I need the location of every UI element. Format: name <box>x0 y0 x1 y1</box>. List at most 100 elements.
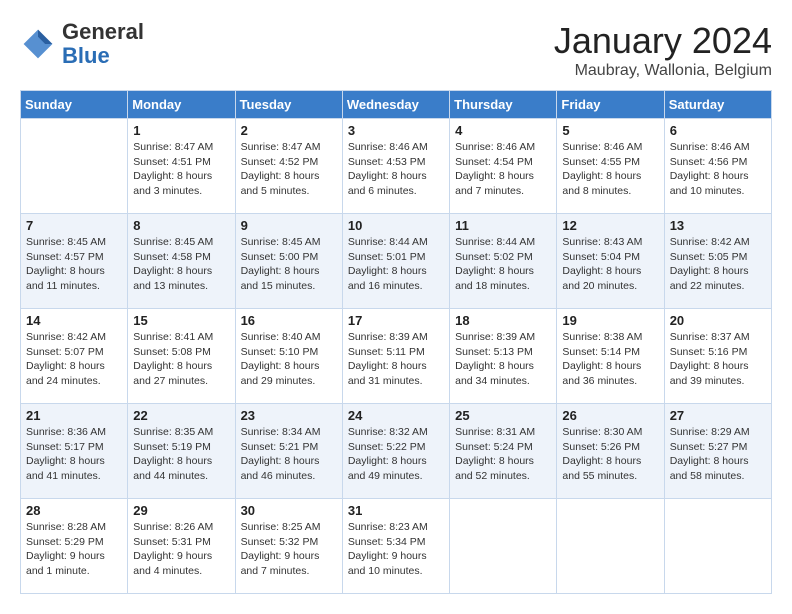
day-cell: 29Sunrise: 8:26 AM Sunset: 5:31 PM Dayli… <box>128 499 235 594</box>
day-cell <box>664 499 771 594</box>
day-number: 23 <box>241 408 337 423</box>
day-cell: 24Sunrise: 8:32 AM Sunset: 5:22 PM Dayli… <box>342 404 449 499</box>
day-number: 31 <box>348 503 444 518</box>
week-row-1: 1Sunrise: 8:47 AM Sunset: 4:51 PM Daylig… <box>21 119 772 214</box>
day-info: Sunrise: 8:37 AM Sunset: 5:16 PM Dayligh… <box>670 330 766 389</box>
day-cell: 17 Sunrise: 8:39 AM Sunset: 5:11 PM Dayli… <box>342 309 449 404</box>
location: Maubray, Wallonia, Belgium <box>554 62 772 80</box>
day-info: Sunrise: 8:45 AM Sunset: 5:00 PM Dayligh… <box>241 235 337 294</box>
day-number: 21 <box>26 408 122 423</box>
header-wednesday: Wednesday <box>342 91 449 119</box>
day-cell <box>21 119 128 214</box>
day-cell <box>450 499 557 594</box>
day-info: Sunrise: 8:25 AM Sunset: 5:32 PM Dayligh… <box>241 520 337 579</box>
header-thursday: Thursday <box>450 91 557 119</box>
day-number: 12 <box>562 218 658 233</box>
day-cell: 5 Sunrise: 8:46 AM Sunset: 4:55 PM Daylig… <box>557 119 664 214</box>
header-monday: Monday <box>128 91 235 119</box>
day-number: 24 <box>348 408 444 423</box>
day-cell: 26Sunrise: 8:30 AM Sunset: 5:26 PM Dayli… <box>557 404 664 499</box>
day-info: Sunrise: 8:36 AM Sunset: 5:17 PM Dayligh… <box>26 425 122 484</box>
day-number: 14 <box>26 313 122 328</box>
day-number: 2 <box>241 123 337 138</box>
day-info: Sunrise: 8:46 AM Sunset: 4:53 PM Dayligh… <box>348 140 444 199</box>
day-cell: 6Sunrise: 8:46 AM Sunset: 4:56 PM Daylig… <box>664 119 771 214</box>
day-number: 5 <box>562 123 658 138</box>
day-number: 10 <box>348 218 444 233</box>
day-cell: 4 Sunrise: 8:46 AM Sunset: 4:54 PM Daylig… <box>450 119 557 214</box>
day-cell: 1Sunrise: 8:47 AM Sunset: 4:51 PM Daylig… <box>128 119 235 214</box>
day-cell: 30 Sunrise: 8:25 AM Sunset: 5:32 PM Dayli… <box>235 499 342 594</box>
day-cell: 31 Sunrise: 8:23 AM Sunset: 5:34 PM Dayli… <box>342 499 449 594</box>
day-info: Sunrise: 8:26 AM Sunset: 5:31 PM Dayligh… <box>133 520 229 579</box>
day-cell: 8Sunrise: 8:45 AM Sunset: 4:58 PM Daylig… <box>128 214 235 309</box>
day-cell: 7 Sunrise: 8:45 AM Sunset: 4:57 PM Daylig… <box>21 214 128 309</box>
day-cell: 13 Sunrise: 8:42 AM Sunset: 5:05 PM Dayli… <box>664 214 771 309</box>
day-cell: 18 Sunrise: 8:39 AM Sunset: 5:13 PM Dayli… <box>450 309 557 404</box>
page-header: General Blue January 2024 Maubray, Wallo… <box>20 20 772 80</box>
day-info: Sunrise: 8:28 AM Sunset: 5:29 PM Dayligh… <box>26 520 122 579</box>
day-info: Sunrise: 8:29 AM Sunset: 5:27 PM Dayligh… <box>670 425 766 484</box>
day-cell: 2Sunrise: 8:47 AM Sunset: 4:52 PM Daylig… <box>235 119 342 214</box>
day-cell: 3Sunrise: 8:46 AM Sunset: 4:53 PM Daylig… <box>342 119 449 214</box>
day-number: 17 <box>348 313 444 328</box>
day-info: Sunrise: 8:23 AM Sunset: 5:34 PM Dayligh… <box>348 520 444 579</box>
day-number: 13 <box>670 218 766 233</box>
logo-general: General <box>62 19 144 44</box>
day-info: Sunrise: 8:41 AM Sunset: 5:08 PM Dayligh… <box>133 330 229 389</box>
day-cell: 25 Sunrise: 8:31 AM Sunset: 5:24 PM Dayli… <box>450 404 557 499</box>
title-block: January 2024 Maubray, Wallonia, Belgium <box>554 20 772 80</box>
logo: General Blue <box>20 20 144 68</box>
day-number: 25 <box>455 408 551 423</box>
day-cell: 19Sunrise: 8:38 AM Sunset: 5:14 PM Dayli… <box>557 309 664 404</box>
day-number: 20 <box>670 313 766 328</box>
month-title: January 2024 <box>554 20 772 62</box>
day-info: Sunrise: 8:44 AM Sunset: 5:02 PM Dayligh… <box>455 235 551 294</box>
day-info: Sunrise: 8:46 AM Sunset: 4:55 PM Dayligh… <box>562 140 658 199</box>
day-info: Sunrise: 8:44 AM Sunset: 5:01 PM Dayligh… <box>348 235 444 294</box>
day-info: Sunrise: 8:42 AM Sunset: 5:05 PM Dayligh… <box>670 235 766 294</box>
week-row-2: 7 Sunrise: 8:45 AM Sunset: 4:57 PM Daylig… <box>21 214 772 309</box>
day-number: 7 <box>26 218 122 233</box>
day-cell: 9 Sunrise: 8:45 AM Sunset: 5:00 PM Daylig… <box>235 214 342 309</box>
day-cell: 27 Sunrise: 8:29 AM Sunset: 5:27 PM Dayli… <box>664 404 771 499</box>
header-friday: Friday <box>557 91 664 119</box>
day-info: Sunrise: 8:31 AM Sunset: 5:24 PM Dayligh… <box>455 425 551 484</box>
day-info: Sunrise: 8:45 AM Sunset: 4:57 PM Dayligh… <box>26 235 122 294</box>
day-number: 18 <box>455 313 551 328</box>
day-number: 9 <box>241 218 337 233</box>
day-cell: 22Sunrise: 8:35 AM Sunset: 5:19 PM Dayli… <box>128 404 235 499</box>
day-number: 27 <box>670 408 766 423</box>
header-sunday: Sunday <box>21 91 128 119</box>
day-number: 16 <box>241 313 337 328</box>
logo-blue: Blue <box>62 43 110 68</box>
day-cell: 28 Sunrise: 8:28 AM Sunset: 5:29 PM Dayli… <box>21 499 128 594</box>
calendar-table: SundayMondayTuesdayWednesdayThursdayFrid… <box>20 90 772 594</box>
day-cell: 16Sunrise: 8:40 AM Sunset: 5:10 PM Dayli… <box>235 309 342 404</box>
day-info: Sunrise: 8:35 AM Sunset: 5:19 PM Dayligh… <box>133 425 229 484</box>
day-cell: 11 Sunrise: 8:44 AM Sunset: 5:02 PM Dayli… <box>450 214 557 309</box>
day-info: Sunrise: 8:43 AM Sunset: 5:04 PM Dayligh… <box>562 235 658 294</box>
day-info: Sunrise: 8:39 AM Sunset: 5:13 PM Dayligh… <box>455 330 551 389</box>
week-row-3: 14 Sunrise: 8:42 AM Sunset: 5:07 PM Dayli… <box>21 309 772 404</box>
day-info: Sunrise: 8:46 AM Sunset: 4:56 PM Dayligh… <box>670 140 766 199</box>
day-number: 4 <box>455 123 551 138</box>
day-cell: 15Sunrise: 8:41 AM Sunset: 5:08 PM Dayli… <box>128 309 235 404</box>
day-number: 30 <box>241 503 337 518</box>
day-cell <box>557 499 664 594</box>
day-number: 28 <box>26 503 122 518</box>
header-saturday: Saturday <box>664 91 771 119</box>
day-number: 19 <box>562 313 658 328</box>
day-cell: 12 Sunrise: 8:43 AM Sunset: 5:04 PM Dayli… <box>557 214 664 309</box>
week-row-5: 28 Sunrise: 8:28 AM Sunset: 5:29 PM Dayli… <box>21 499 772 594</box>
day-cell: 14 Sunrise: 8:42 AM Sunset: 5:07 PM Dayli… <box>21 309 128 404</box>
week-row-4: 21 Sunrise: 8:36 AM Sunset: 5:17 PM Dayli… <box>21 404 772 499</box>
day-info: Sunrise: 8:39 AM Sunset: 5:11 PM Dayligh… <box>348 330 444 389</box>
day-number: 11 <box>455 218 551 233</box>
day-info: Sunrise: 8:34 AM Sunset: 5:21 PM Dayligh… <box>241 425 337 484</box>
day-info: Sunrise: 8:47 AM Sunset: 4:51 PM Dayligh… <box>133 140 229 199</box>
day-number: 26 <box>562 408 658 423</box>
day-number: 8 <box>133 218 229 233</box>
day-info: Sunrise: 8:42 AM Sunset: 5:07 PM Dayligh… <box>26 330 122 389</box>
day-info: Sunrise: 8:46 AM Sunset: 4:54 PM Dayligh… <box>455 140 551 199</box>
